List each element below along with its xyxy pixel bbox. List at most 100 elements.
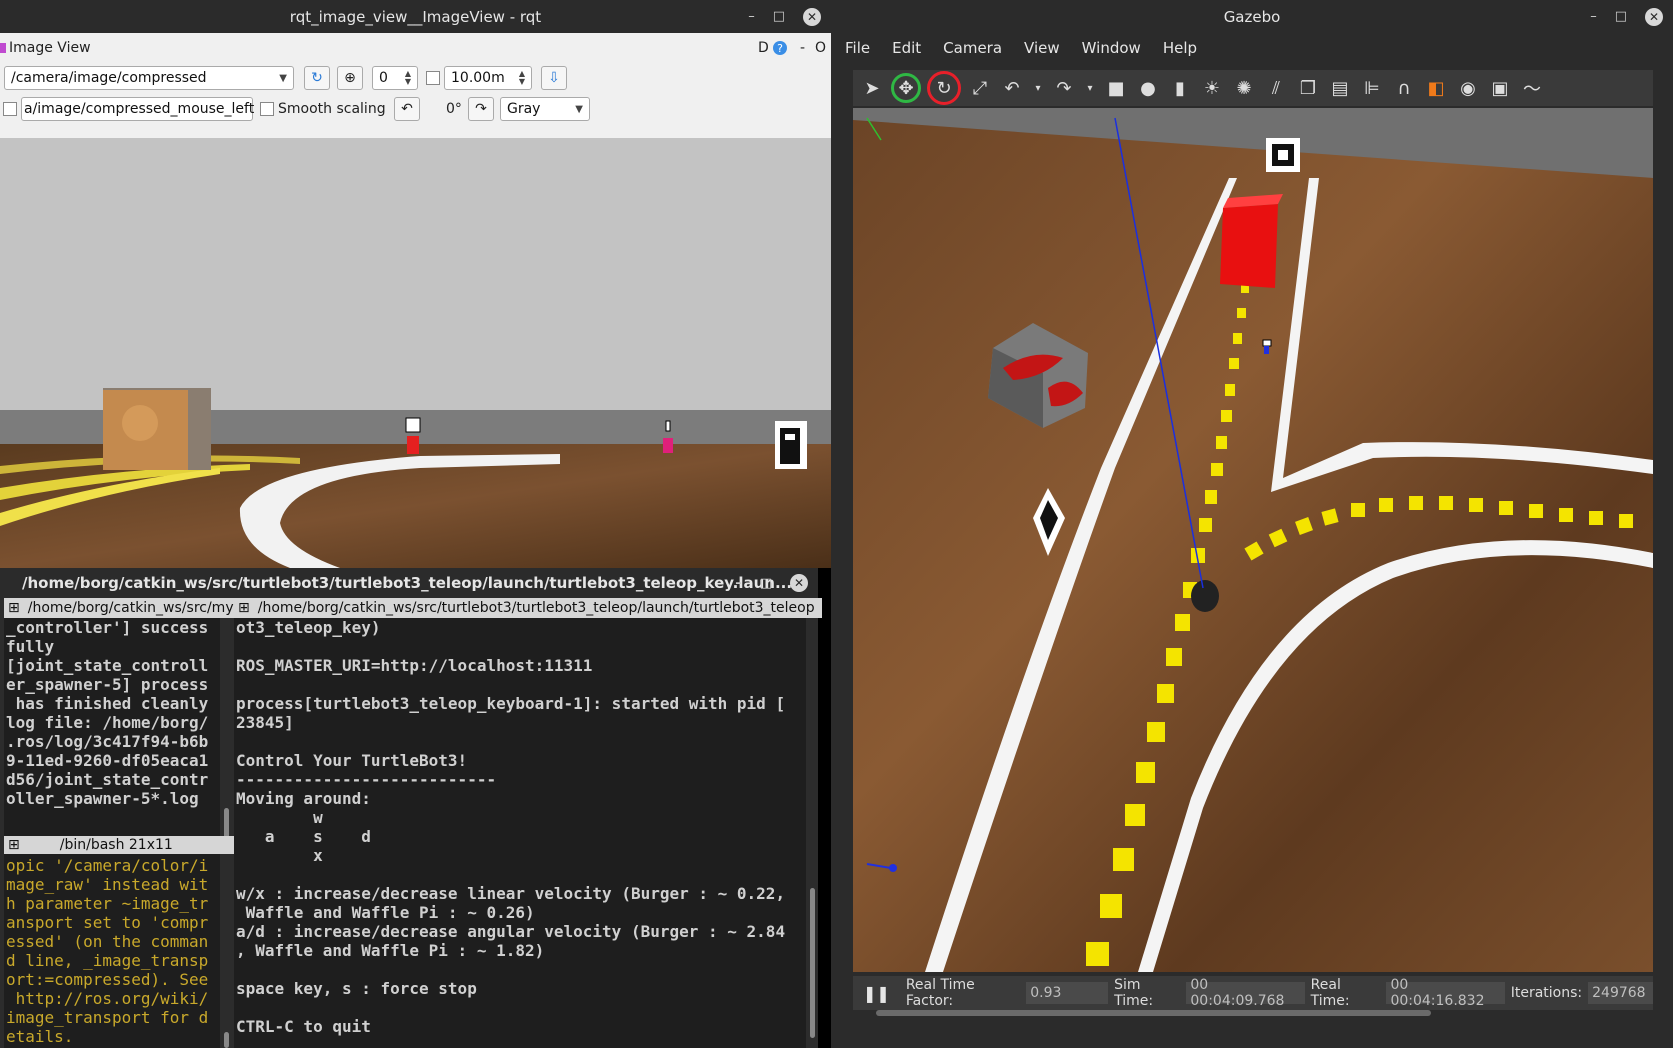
menu-help[interactable]: Help [1163,39,1197,57]
mouse-topic-checkbox[interactable] [3,102,17,116]
save-button[interactable]: ⇩ [541,66,567,90]
tab-right[interactable]: ⊞ /home/borg/catkin_ws/src/turtlebot3/tu… [234,598,822,618]
gazebo-3d-viewport[interactable] [853,108,1653,972]
menu-file[interactable]: File [845,39,870,57]
camera-image[interactable] [0,138,831,568]
copy-button[interactable]: ❐ [1295,75,1321,101]
terminal-icon: ⊞ [8,837,20,853]
download-icon: ⇩ [548,70,560,86]
panel-dash[interactable]: - [800,40,805,56]
left-bottom-pane[interactable]: opic '/camera/color/i mage_raw' instead w… [4,856,220,1048]
rqt-titlebar[interactable]: rqt_image_view__ImageView - rqt – □ ✕ [0,0,831,33]
scale-tool-button[interactable]: ⤢ [967,75,993,101]
enable-checkbox[interactable] [426,71,440,85]
minimize-button[interactable]: – [735,576,742,591]
zoom-fit-button[interactable]: ⊕ [337,66,363,90]
maximize-button[interactable]: □ [773,9,785,24]
spin-input[interactable]: 0 ▲ ▼ [372,66,418,90]
panel-o-label[interactable]: O [815,40,826,56]
sim-time-label: Sim Time: [1114,977,1154,1009]
undo-history-button[interactable]: ▾ [1031,75,1045,101]
terminal-line: ort:=compressed). See [6,970,209,989]
right-output: ot3_teleop_key) ROS_MASTER_URI=http://lo… [234,618,806,1036]
rotate-left-icon: ↶ [401,101,413,117]
sphere-shape-button[interactable]: ● [1135,75,1161,101]
undo-button[interactable]: ↶ [999,75,1025,101]
directional-light-button[interactable]: ⫽ [1263,75,1289,101]
redo-history-button[interactable]: ▾ [1083,75,1097,101]
sun-icon: ☀ [1203,77,1221,99]
spinner-arrows-icon[interactable]: ▲ ▼ [405,70,411,86]
close-button[interactable]: ✕ [1645,7,1663,26]
maximize-button[interactable]: □ [760,576,772,591]
paste-button[interactable]: ▤ [1327,75,1353,101]
screenshot-button[interactable]: ◉ [1455,75,1481,101]
gazebo-scene-render [853,108,1653,972]
spin-value: 0 [379,70,388,86]
rtf-label: Real Time Factor: [905,977,975,1009]
rqt-window: rqt_image_view__ImageView - rqt – □ ✕ Im… [0,0,831,568]
minimize-button[interactable]: – [1590,9,1597,24]
log-button[interactable]: ▣ [1487,75,1513,101]
scrollbar-thumb[interactable] [224,1032,229,1048]
smooth-scaling-checkbox[interactable] [260,102,274,116]
plot-button[interactable]: 〜 [1519,75,1545,101]
terminal-line: ot3_teleop_key) [236,618,381,637]
horizontal-scrollbar[interactable] [876,1010,1431,1016]
terminal-line: d56/joint_state_contr [6,770,209,789]
rotate-right-button[interactable]: ↷ [468,97,494,121]
rotate-right-icon: ↷ [475,101,487,117]
maximize-button[interactable]: □ [1615,9,1627,24]
smooth-scaling-label: Smooth scaling [278,101,386,117]
spinner-arrows-icon[interactable]: ▲ ▼ [519,70,525,86]
help-icon[interactable]: ? [773,41,787,55]
point-light-button[interactable]: ☀ [1199,75,1225,101]
panel-d-label[interactable]: D [758,40,769,56]
box-shape-button[interactable]: ■ [1103,75,1129,101]
terminal-titlebar[interactable]: /home/borg/catkin_ws/src/turtlebot3/turt… [0,568,818,598]
spot-light-button[interactable]: ✺ [1231,75,1257,101]
gazebo-titlebar[interactable]: Gazebo – □ ✕ [831,0,1673,33]
terminal-line: essed' (on the comman [6,932,209,951]
tab-left[interactable]: ⊞ /home/borg/catkin_ws/src/my [4,598,236,618]
redo-button[interactable]: ↷ [1051,75,1077,101]
terminal-icon: ⊞ [8,600,20,616]
pause-button[interactable]: ❚❚ [863,984,890,1003]
distance-input[interactable]: 10.00m ▲ ▼ [444,66,532,90]
menu-view[interactable]: View [1024,39,1060,57]
scrollbar-thumb[interactable] [810,888,815,1038]
terminal-window-title: /home/borg/catkin_ws/src/turtlebot3/turt… [22,574,793,592]
view-angle-button[interactable]: ◧ [1423,75,1449,101]
right-pane[interactable]: ot3_teleop_key) ROS_MASTER_URI=http://lo… [234,618,806,1048]
color-scheme-value: Gray [507,101,541,117]
rqt-window-title: rqt_image_view__ImageView - rqt [289,7,542,26]
translate-tool-button[interactable]: ✥ [891,73,921,103]
align-button[interactable]: ⊫ [1359,75,1385,101]
terminal-line: Waffle and Waffle Pi : ~ 0.26) [236,903,535,922]
topic-select[interactable]: /camera/image/compressed ▼ [4,66,294,90]
terminal-line: CTRL-C to quit [236,1017,371,1036]
iterations-value: 249768 [1588,982,1653,1004]
close-button[interactable]: ✕ [790,574,808,592]
scrollbar[interactable] [808,618,818,1048]
rotate-left-button[interactable]: ↶ [394,97,420,121]
left-bottom-pane-title[interactable]: ⊞ /bin/bash 21x11 [4,836,236,854]
scrollbar[interactable] [222,856,232,1048]
minimize-button[interactable]: – [748,9,755,24]
refresh-button[interactable]: ↻ [304,66,330,90]
close-button[interactable]: ✕ [803,7,821,26]
menu-camera[interactable]: Camera [943,39,1002,57]
terminal-line: ansport set to 'compr [6,913,209,932]
select-tool-button[interactable]: ➤ [859,75,885,101]
rotate-tool-button[interactable]: ↻ [927,71,961,105]
terminal-line: ROS_MASTER_URI=http://localhost:11311 [236,656,593,675]
terminal-line: http://ros.org/wiki/ [6,989,209,1008]
color-scheme-select[interactable]: Gray ▼ [500,97,590,121]
cylinder-shape-button[interactable]: ▮ [1167,75,1193,101]
snap-button[interactable]: ∩ [1391,75,1417,101]
menu-edit[interactable]: Edit [892,39,921,57]
mouse-topic-input[interactable]: a/image/compressed_mouse_left [21,97,254,121]
rotation-label: 0° [446,101,462,117]
menu-window[interactable]: Window [1082,39,1141,57]
